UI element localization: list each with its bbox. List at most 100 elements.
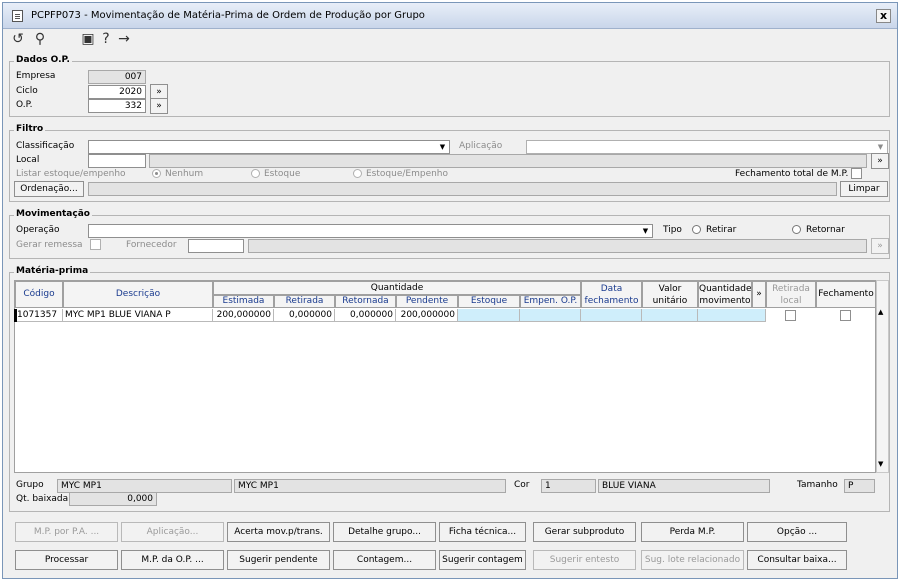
cell-valor-unitario[interactable] — [642, 309, 698, 322]
materia-prima-title: Matéria-prima — [14, 266, 91, 276]
classificacao-label: Classificação — [16, 141, 75, 151]
consultar-baixa-button[interactable]: Consultar baixa... — [747, 550, 847, 570]
acerta-mov-button[interactable]: Acerta mov.p/trans. — [227, 522, 330, 542]
detalhe-grupo-button[interactable]: Detalhe grupo... — [333, 522, 436, 542]
fornecedor-field[interactable] — [188, 239, 244, 253]
calendar-icon[interactable]: ▣ — [80, 31, 96, 47]
tamanho-label: Tamanho — [797, 480, 838, 490]
cell-empen-op[interactable] — [520, 309, 581, 322]
header-data-fechamento[interactable]: Data fechamento — [581, 281, 642, 308]
cell-retornada[interactable]: 0,000000 — [335, 309, 396, 322]
header-estoque[interactable]: Estoque — [458, 295, 520, 308]
exit-icon[interactable]: → — [116, 31, 132, 47]
grupo-code-field: MYC MP1 — [57, 479, 232, 493]
window-title: PCPFP073 - Movimentação de Matéria-Prima… — [31, 10, 425, 21]
row-cursor — [14, 309, 17, 322]
header-estimada[interactable]: Estimada — [213, 295, 274, 308]
local-description — [149, 154, 867, 168]
grupo-label: Grupo — [16, 480, 44, 490]
operacao-select[interactable] — [88, 224, 653, 238]
radio-estoque-label: Estoque — [264, 169, 301, 179]
local-lookup-button[interactable]: » — [871, 153, 889, 169]
cor-desc-field: BLUE VIANA — [598, 479, 770, 493]
processar-button[interactable]: Processar — [15, 550, 118, 570]
scroll-down-icon[interactable]: ▼ — [878, 460, 883, 468]
radio-estoque-empenho[interactable] — [353, 169, 362, 178]
header-more-button[interactable]: » — [752, 281, 766, 308]
ordenacao-button[interactable]: Ordenação... — [14, 181, 84, 197]
mp-por-pa-button[interactable]: M.P. por P.A. ... — [15, 522, 118, 542]
ordenacao-field — [88, 182, 837, 196]
cor-label: Cor — [514, 480, 530, 490]
header-descricao[interactable]: Descrição — [63, 281, 213, 308]
gerar-subproduto-button[interactable]: Gerar subproduto — [533, 522, 636, 542]
empresa-label: Empresa — [16, 71, 56, 81]
opcao-button[interactable]: Opção ... — [747, 522, 847, 542]
cell-retirada-local-checkbox[interactable] — [785, 310, 796, 321]
sugerir-pendente-button[interactable]: Sugerir pendente — [227, 550, 330, 570]
header-codigo[interactable]: Código — [15, 281, 63, 308]
local-field[interactable] — [88, 154, 146, 168]
cell-quantidade-movimento[interactable] — [698, 309, 766, 322]
undo-icon[interactable]: ↺ — [10, 31, 26, 47]
chevron-down-icon[interactable]: ▼ — [875, 141, 886, 153]
aplicacao-label: Aplicação — [459, 141, 503, 151]
header-quantidade: Quantidade — [213, 281, 581, 295]
help-icon[interactable]: ? — [98, 31, 114, 47]
radio-retornar[interactable] — [792, 225, 801, 234]
classificacao-select[interactable] — [88, 140, 450, 154]
aplicacao-button[interactable]: Aplicação... — [121, 522, 224, 542]
header-pendente[interactable]: Pendente — [396, 295, 458, 308]
header-fechamento: Fechamento — [816, 281, 876, 308]
cell-descricao[interactable]: MYC MP1 BLUE VIANA P — [63, 309, 213, 322]
ciclo-field[interactable]: 2020 — [88, 85, 146, 99]
close-button[interactable]: x — [876, 9, 891, 23]
operacao-label: Operação — [16, 225, 60, 235]
cell-estoque[interactable] — [458, 309, 520, 322]
fornecedor-label: Fornecedor — [126, 240, 177, 250]
cell-estimada[interactable]: 200,000000 — [213, 309, 274, 322]
aplicacao-select[interactable] — [526, 140, 888, 154]
header-retornada[interactable]: Retornada — [335, 295, 396, 308]
op-field[interactable]: 332 — [88, 99, 146, 113]
sugerir-contagem-button[interactable]: Sugerir contagem — [439, 550, 526, 570]
header-valor-unitario: Valor unitário — [642, 281, 698, 308]
limpar-button[interactable]: Limpar — [840, 181, 888, 197]
ciclo-label: Ciclo — [16, 86, 38, 96]
gerar-remessa-checkbox[interactable] — [90, 239, 101, 250]
dados-op-title: Dados O.P. — [14, 55, 72, 65]
fornecedor-lookup-button[interactable]: » — [871, 238, 889, 254]
radio-retornar-label: Retornar — [806, 225, 845, 235]
scroll-up-icon[interactable]: ▲ — [878, 308, 883, 316]
header-quantidade-movimento: Quantidade movimento — [698, 281, 752, 308]
fechamento-total-checkbox[interactable] — [851, 168, 862, 179]
cell-codigo[interactable]: 1071357 — [15, 309, 63, 322]
empresa-field: 007 — [88, 70, 146, 84]
mp-da-op-button[interactable]: M.P. da O.P. ... — [121, 550, 224, 570]
sugerir-entesto-button[interactable]: Sugerir entesto — [533, 550, 636, 570]
header-retirada[interactable]: Retirada — [274, 295, 335, 308]
contagem-button[interactable]: Contagem... — [333, 550, 436, 570]
fornecedor-description — [248, 239, 867, 253]
cor-code-field: 1 — [541, 479, 596, 493]
listar-label: Listar estoque/empenho — [16, 169, 126, 179]
cell-fechamento-checkbox[interactable] — [840, 310, 851, 321]
cell-retirada[interactable]: 0,000000 — [274, 309, 335, 322]
radio-retirar[interactable] — [692, 225, 701, 234]
tipo-label: Tipo — [663, 225, 682, 235]
chevron-down-icon[interactable]: ▼ — [437, 141, 448, 153]
op-lookup-button[interactable]: » — [150, 98, 168, 114]
cell-pendente[interactable]: 200,000000 — [396, 309, 458, 322]
cell-data-fechamento[interactable] — [581, 309, 642, 322]
perda-mp-button[interactable]: Perda M.P. — [641, 522, 744, 542]
qt-baixada-label: Qt. baixada — [16, 494, 69, 504]
radio-nenhum[interactable] — [152, 169, 161, 178]
chevron-down-icon[interactable]: ▼ — [640, 225, 651, 237]
ficha-tecnica-button[interactable]: Ficha técnica... — [439, 522, 526, 542]
header-empen-op[interactable]: Empen. O.P. — [520, 295, 581, 308]
sug-lote-relacionado-button[interactable]: Sug. lote relacionado — [641, 550, 744, 570]
grid-scrollbar[interactable]: ▲ ▼ — [876, 280, 889, 473]
radio-estoque[interactable] — [251, 169, 260, 178]
radio-retirar-label: Retirar — [706, 225, 737, 235]
search-icon[interactable]: ⚲ — [32, 31, 48, 47]
